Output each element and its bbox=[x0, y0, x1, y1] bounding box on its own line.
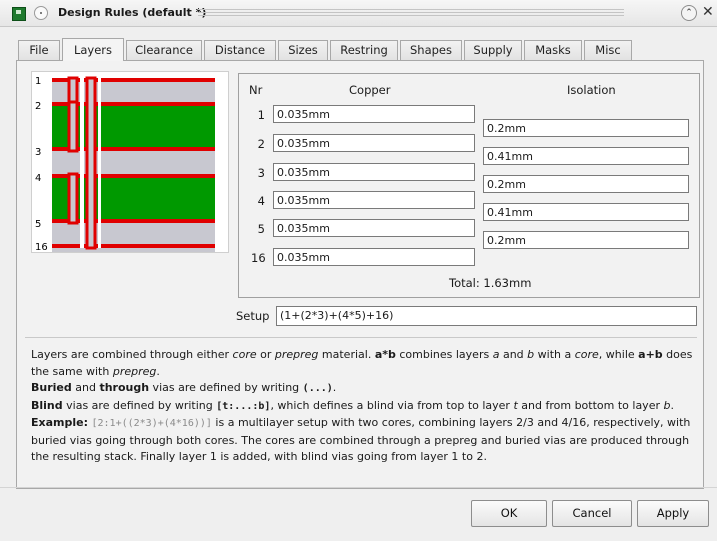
layer-label-3: 3 bbox=[35, 147, 41, 158]
copper-field-2[interactable]: 0.035mm bbox=[273, 134, 475, 152]
ok-button[interactable]: OK bbox=[471, 500, 547, 527]
layer-label-2: 2 bbox=[35, 101, 41, 112]
help-text: Layers are combined through either core … bbox=[31, 347, 699, 466]
isolation-field-5[interactable]: 0.2mm bbox=[483, 231, 689, 249]
copper-field-1[interactable]: 0.035mm bbox=[273, 105, 475, 123]
tab-misc[interactable]: Misc bbox=[584, 40, 632, 60]
layer-label-5: 5 bbox=[35, 219, 41, 230]
buried-via-core2 bbox=[67, 172, 79, 225]
copper-field-4[interactable]: 0.035mm bbox=[273, 191, 475, 209]
tab-shapes[interactable]: Shapes bbox=[400, 40, 462, 60]
row-number: 16 bbox=[251, 251, 266, 265]
cancel-button[interactable]: Cancel bbox=[552, 500, 632, 527]
layer-label-1: 1 bbox=[35, 76, 41, 87]
via-gap bbox=[98, 78, 101, 248]
setup-input[interactable]: (1+(2*3)+(4*5)+16) bbox=[276, 306, 697, 326]
chevron-up-icon: ⌃ bbox=[685, 8, 693, 18]
buried-via-core1 bbox=[67, 100, 79, 153]
via-gap bbox=[80, 78, 84, 248]
help-paragraph-1: Layers are combined through either core … bbox=[31, 348, 693, 378]
title-bar[interactable]: Design Rules (default *) ⌃ ✕ bbox=[0, 0, 717, 27]
apply-button[interactable]: Apply bbox=[637, 500, 709, 527]
separator bbox=[25, 337, 697, 338]
row-number: 1 bbox=[257, 108, 265, 122]
header-copper: Copper bbox=[349, 83, 391, 97]
help-paragraph-2: Buried and through vias are defined by w… bbox=[31, 381, 337, 394]
help-paragraph-4: Example: [2:1+((2*3)+(4*16))] is a multi… bbox=[31, 416, 691, 463]
isolation-field-3[interactable]: 0.2mm bbox=[483, 175, 689, 193]
close-button[interactable]: ✕ bbox=[702, 4, 714, 20]
layer-label-16: 16 bbox=[35, 242, 48, 252]
row-number: 4 bbox=[257, 194, 265, 208]
tab-restring[interactable]: Restring bbox=[330, 40, 398, 60]
title-bar-decoration bbox=[198, 9, 624, 18]
tab-masks[interactable]: Masks bbox=[524, 40, 582, 60]
through-via bbox=[85, 76, 97, 250]
tab-layers[interactable]: Layers bbox=[62, 38, 124, 61]
row-number: 3 bbox=[257, 166, 265, 180]
help-paragraph-3: Blind vias are defined by writing [t:...… bbox=[31, 398, 674, 412]
window-menu-button[interactable] bbox=[34, 6, 48, 20]
isolation-field-4[interactable]: 0.41mm bbox=[483, 203, 689, 221]
layers-table: Nr Copper Isolation 1 0.035mm 2 0.035mm … bbox=[238, 73, 700, 298]
isolation-field-1[interactable]: 0.2mm bbox=[483, 119, 689, 137]
copper-field-16[interactable]: 0.035mm bbox=[273, 248, 475, 266]
header-nr: Nr bbox=[249, 83, 263, 97]
close-icon: ✕ bbox=[702, 4, 714, 20]
row-number: 2 bbox=[257, 137, 265, 151]
app-icon bbox=[12, 7, 26, 21]
copper-field-5[interactable]: 0.035mm bbox=[273, 219, 475, 237]
shade-button[interactable]: ⌃ bbox=[681, 5, 697, 21]
tab-file[interactable]: File bbox=[18, 40, 60, 60]
layer-stack-diagram: 1 2 3 4 5 16 bbox=[35, 76, 215, 253]
layer-label-4: 4 bbox=[35, 173, 41, 184]
setup-label: Setup bbox=[236, 309, 270, 323]
tab-distance[interactable]: Distance bbox=[204, 40, 276, 60]
tab-clearance[interactable]: Clearance bbox=[126, 40, 202, 60]
row-number: 5 bbox=[257, 222, 265, 236]
total-thickness: Total: 1.63mm bbox=[449, 276, 532, 290]
tab-supply[interactable]: Supply bbox=[464, 40, 522, 60]
copper-layer-16 bbox=[52, 244, 215, 248]
header-isolation: Isolation bbox=[567, 83, 616, 97]
layers-panel: 1 2 3 4 5 16 Nr Copper Isolation 1 0.035… bbox=[16, 60, 704, 489]
tab-sizes[interactable]: Sizes bbox=[278, 40, 328, 60]
footer-separator bbox=[0, 487, 717, 488]
layer-stack-preview: 1 2 3 4 5 16 bbox=[31, 71, 229, 253]
isolation-field-2[interactable]: 0.41mm bbox=[483, 147, 689, 165]
window-title: Design Rules (default *) bbox=[58, 6, 207, 19]
copper-field-3[interactable]: 0.035mm bbox=[273, 163, 475, 181]
